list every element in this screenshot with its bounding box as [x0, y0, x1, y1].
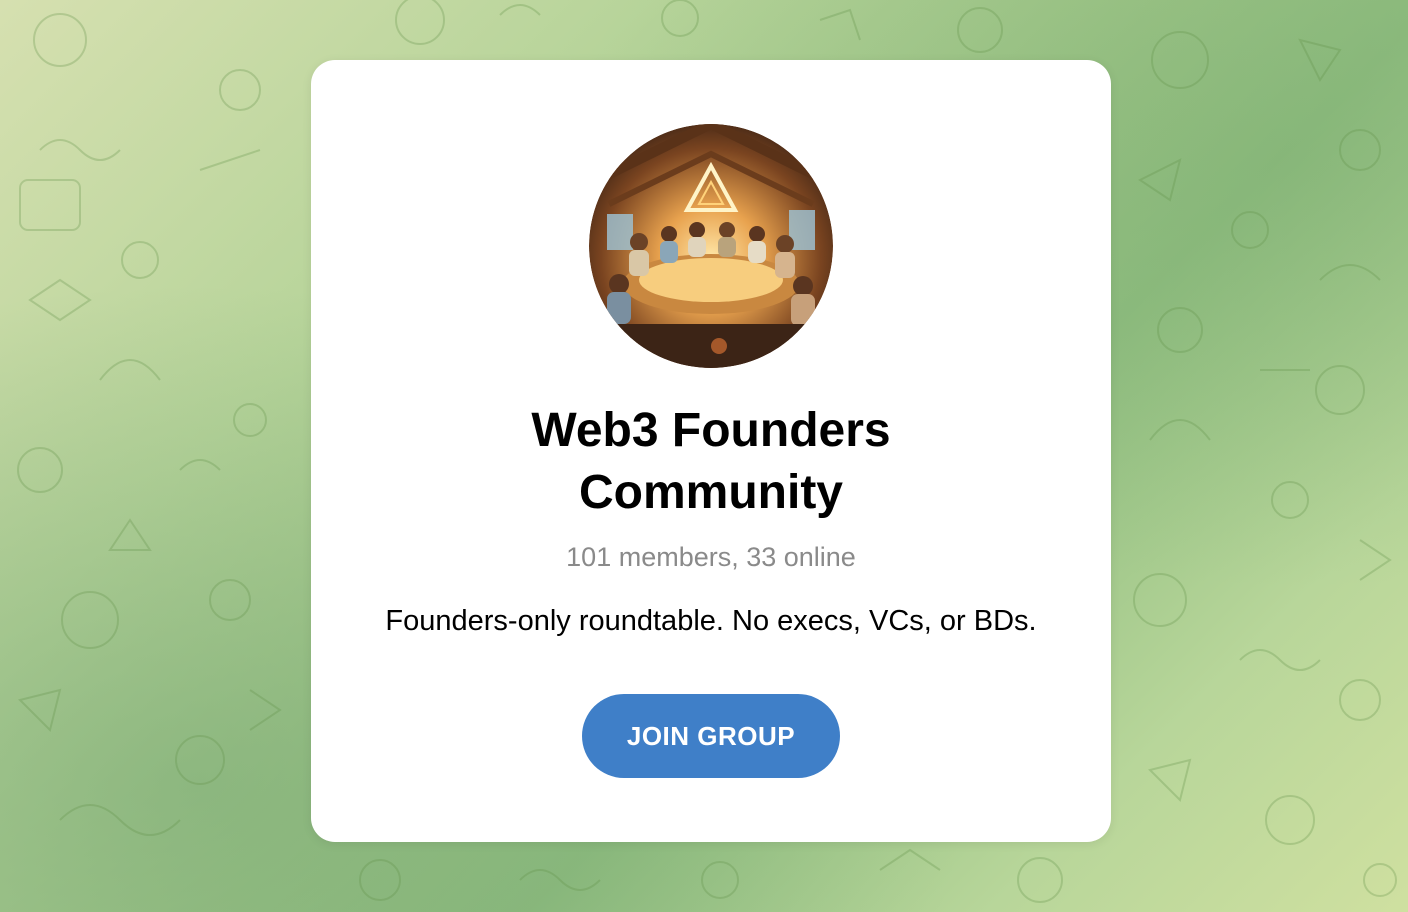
- group-description: Founders-only roundtable. No execs, VCs,…: [385, 605, 1037, 637]
- group-avatar: [589, 124, 833, 368]
- member-count: 101 members, 33 online: [566, 542, 856, 572]
- group-invite-card: Web3 Founders Community 101 members, 33 …: [311, 60, 1111, 842]
- join-group-button[interactable]: JOIN GROUP: [582, 694, 840, 778]
- group-title: Web3 Founders Community: [531, 404, 891, 519]
